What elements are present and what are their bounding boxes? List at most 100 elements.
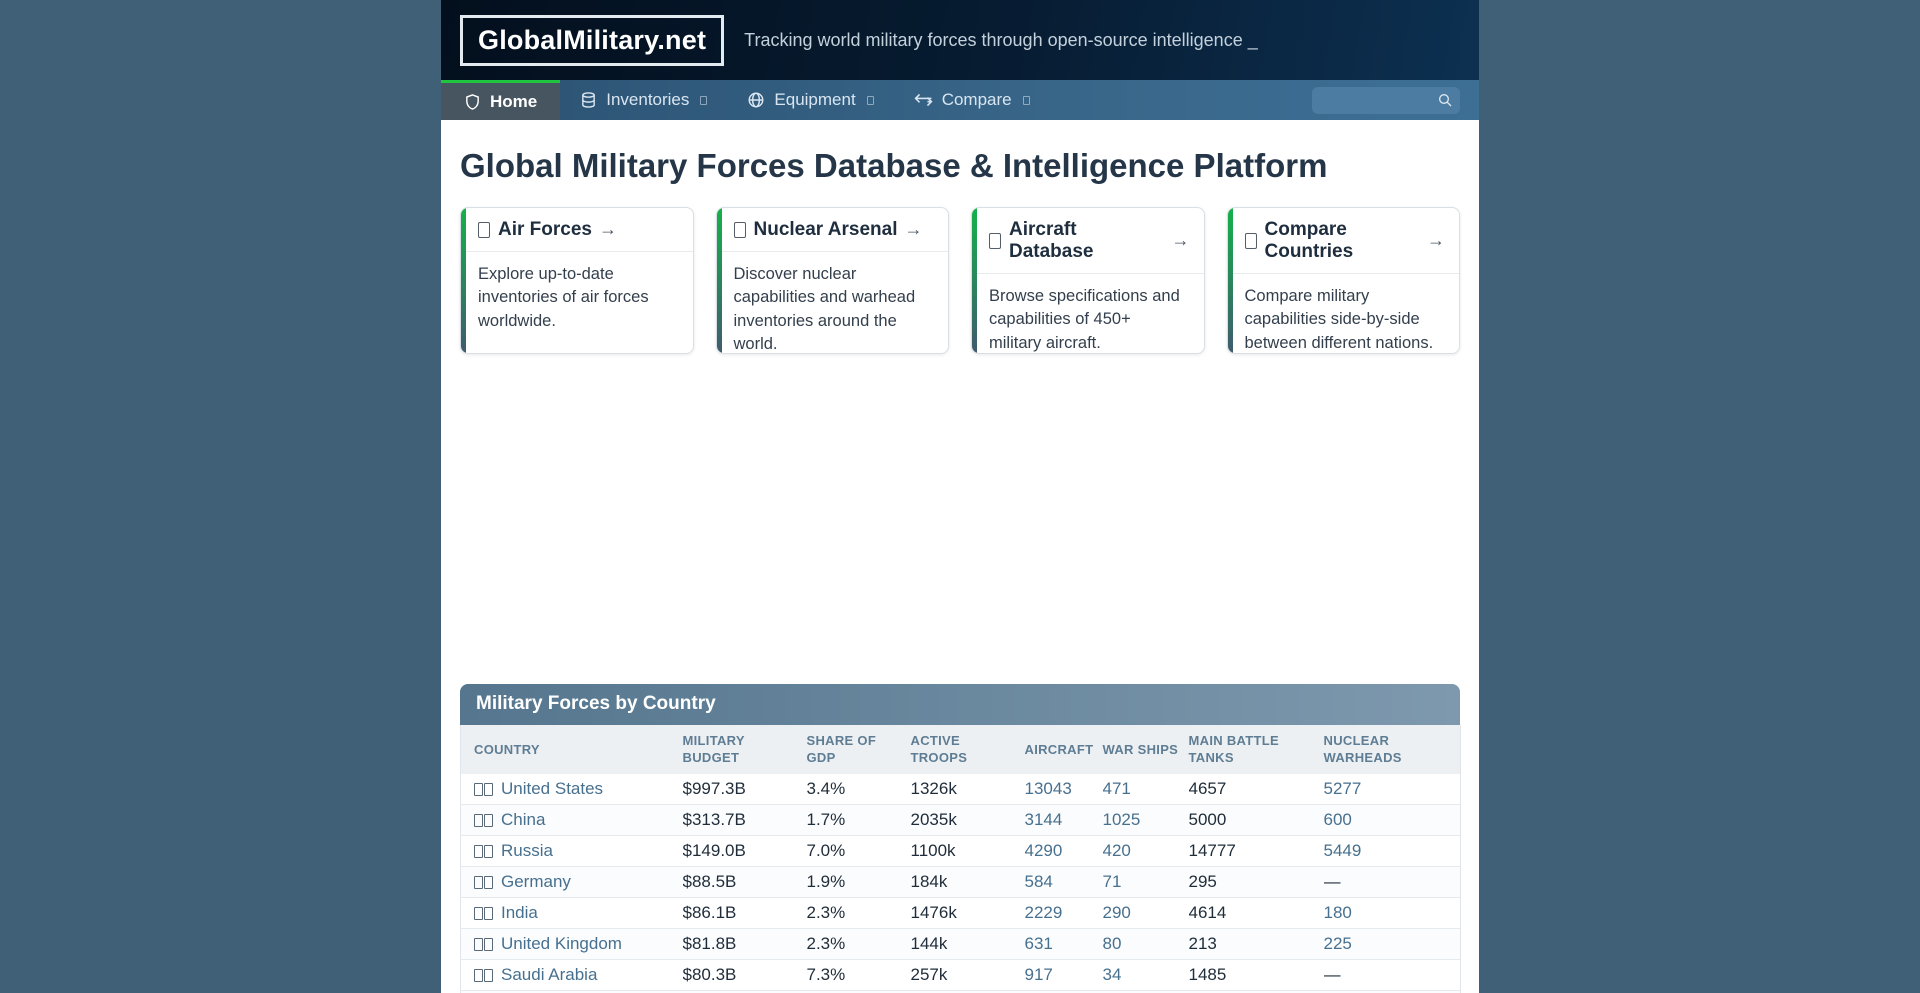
main-battle-tanks-value: 295 — [1189, 872, 1217, 891]
cell-active-troops: 1326k — [911, 774, 1025, 805]
cell-main-battle-tanks: 213 — [1189, 929, 1324, 960]
war-ships-link[interactable]: 1025 — [1103, 810, 1141, 829]
cell-military-budget: $86.1B — [683, 898, 807, 929]
cell-aircraft: 13043 — [1025, 774, 1103, 805]
cell-war-ships: 471 — [1103, 774, 1189, 805]
country-link[interactable]: India — [501, 903, 538, 922]
country-link[interactable]: Russia — [501, 841, 553, 860]
cell-main-battle-tanks: 295 — [1189, 867, 1324, 898]
main-battle-tanks-value: 1485 — [1189, 965, 1227, 984]
war-ships-link[interactable]: 290 — [1103, 903, 1131, 922]
aircraft-link[interactable]: 3144 — [1025, 810, 1063, 829]
cell-active-troops: 184k — [911, 867, 1025, 898]
card-title: Aircraft Database — [1009, 219, 1165, 263]
card-header: Nuclear Arsenal → — [717, 208, 949, 252]
cell-aircraft: 917 — [1025, 960, 1103, 991]
cell-aircraft: 584 — [1025, 867, 1103, 898]
col-share-of-gdp: SHARE OF GDP — [807, 725, 911, 774]
nuclear-warheads-link[interactable]: 180 — [1324, 903, 1352, 922]
share-of-gdp-value: 1.9% — [807, 872, 846, 891]
war-ships-link[interactable]: 471 — [1103, 779, 1131, 798]
card-description: Explore up-to-date inventories of air fo… — [461, 252, 693, 333]
nuclear-warheads-link[interactable]: 5277 — [1324, 779, 1362, 798]
cell-share-of-gdp: 3.4% — [807, 774, 911, 805]
page-shell: GlobalMilitary.net Tracking world milita… — [441, 0, 1479, 993]
cell-active-troops: 2035k — [911, 805, 1025, 836]
card-nuclear-arsenal[interactable]: Nuclear Arsenal → Discover nuclear capab… — [716, 207, 950, 354]
nav-label: Inventories — [606, 90, 689, 110]
emoji-placeholder-icon — [989, 233, 1001, 249]
cell-nuclear-warheads: 5277 — [1324, 774, 1461, 805]
site-header: GlobalMilitary.net Tracking world milita… — [441, 0, 1479, 80]
nav-item-home[interactable]: Home — [441, 80, 560, 120]
cell-country: China — [461, 805, 683, 836]
cell-nuclear-warheads: — — [1324, 867, 1461, 898]
aircraft-link[interactable]: 13043 — [1025, 779, 1072, 798]
war-ships-link[interactable]: 34 — [1103, 965, 1122, 984]
table-row-india: India$86.1B2.3%1476k22292904614180 — [461, 898, 1461, 929]
cell-share-of-gdp: 2.3% — [807, 898, 911, 929]
cell-war-ships: 290 — [1103, 898, 1189, 929]
site-logo[interactable]: GlobalMilitary.net — [460, 15, 724, 66]
cell-military-budget: $313.7B — [683, 805, 807, 836]
navbar-search — [1312, 87, 1460, 114]
dropdown-caret-placeholder-icon — [700, 96, 707, 105]
card-description: Compare military capabilities side-by-si… — [1228, 274, 1460, 354]
arrow-right-icon: → — [1427, 230, 1445, 251]
nuclear-warheads-link[interactable]: 600 — [1324, 810, 1352, 829]
flag-placeholder-icon — [474, 810, 494, 830]
cell-nuclear-warheads: 225 — [1324, 929, 1461, 960]
military-budget-value: $88.5B — [683, 872, 737, 891]
col-country: COUNTRY — [461, 725, 683, 774]
cell-country: Germany — [461, 867, 683, 898]
flag-placeholder-icon — [474, 934, 494, 954]
table-body: United States$997.3B3.4%1326k13043471465… — [461, 774, 1461, 993]
aircraft-link[interactable]: 584 — [1025, 872, 1053, 891]
cell-main-battle-tanks: 1485 — [1189, 960, 1324, 991]
page-title: Global Military Forces Database & Intell… — [460, 145, 1460, 188]
main-battle-tanks-value: 4614 — [1189, 903, 1227, 922]
active-troops-value: 184k — [911, 872, 948, 891]
aircraft-link[interactable]: 2229 — [1025, 903, 1063, 922]
card-title: Air Forces — [498, 219, 592, 241]
cell-nuclear-warheads: — — [1324, 960, 1461, 991]
cell-country: Saudi Arabia — [461, 960, 683, 991]
country-link[interactable]: China — [501, 810, 545, 829]
card-title: Nuclear Arsenal — [754, 219, 898, 241]
country-link[interactable]: Saudi Arabia — [501, 965, 597, 984]
country-link[interactable]: Germany — [501, 872, 571, 891]
table-row-saudi-arabia: Saudi Arabia$80.3B7.3%257k917341485— — [461, 960, 1461, 991]
arrow-right-icon: → — [599, 219, 617, 240]
war-ships-link[interactable]: 80 — [1103, 934, 1122, 953]
country-link[interactable]: United Kingdom — [501, 934, 622, 953]
war-ships-link[interactable]: 420 — [1103, 841, 1131, 860]
main-battle-tanks-value: 14777 — [1189, 841, 1236, 860]
nav-label: Equipment — [774, 90, 855, 110]
nuclear-warheads-link[interactable]: 5449 — [1324, 841, 1362, 860]
table-row-russia: Russia$149.0B7.0%1100k4290420147775449 — [461, 836, 1461, 867]
main-content: Global Military Forces Database & Intell… — [441, 120, 1479, 993]
nav-label: Home — [490, 92, 537, 112]
search-icon[interactable] — [1437, 92, 1453, 113]
military-forces-table: COUNTRY MILITARY BUDGET SHARE OF GDP ACT… — [460, 725, 1461, 993]
card-compare-countries[interactable]: Compare Countries → Compare military cap… — [1227, 207, 1461, 354]
cell-country: Russia — [461, 836, 683, 867]
cell-war-ships: 420 — [1103, 836, 1189, 867]
nav-item-compare[interactable]: Compare — [894, 80, 1050, 120]
war-ships-link[interactable]: 71 — [1103, 872, 1122, 891]
nav-item-inventories[interactable]: Inventories — [560, 80, 727, 120]
aircraft-link[interactable]: 4290 — [1025, 841, 1063, 860]
aircraft-link[interactable]: 631 — [1025, 934, 1053, 953]
aircraft-link[interactable]: 917 — [1025, 965, 1053, 984]
country-link[interactable]: United States — [501, 779, 603, 798]
card-header: Aircraft Database → — [972, 208, 1204, 274]
card-air-forces[interactable]: Air Forces → Explore up-to-date inventor… — [460, 207, 694, 354]
cell-share-of-gdp: 1.9% — [807, 867, 911, 898]
nav-item-equipment[interactable]: Equipment — [727, 80, 893, 120]
flag-placeholder-icon — [474, 903, 494, 923]
military-budget-value: $997.3B — [683, 779, 746, 798]
cell-aircraft: 2229 — [1025, 898, 1103, 929]
nuclear-warheads-link[interactable]: 225 — [1324, 934, 1352, 953]
table-header: COUNTRY MILITARY BUDGET SHARE OF GDP ACT… — [461, 725, 1461, 774]
card-aircraft-database[interactable]: Aircraft Database → Browse specification… — [971, 207, 1205, 354]
